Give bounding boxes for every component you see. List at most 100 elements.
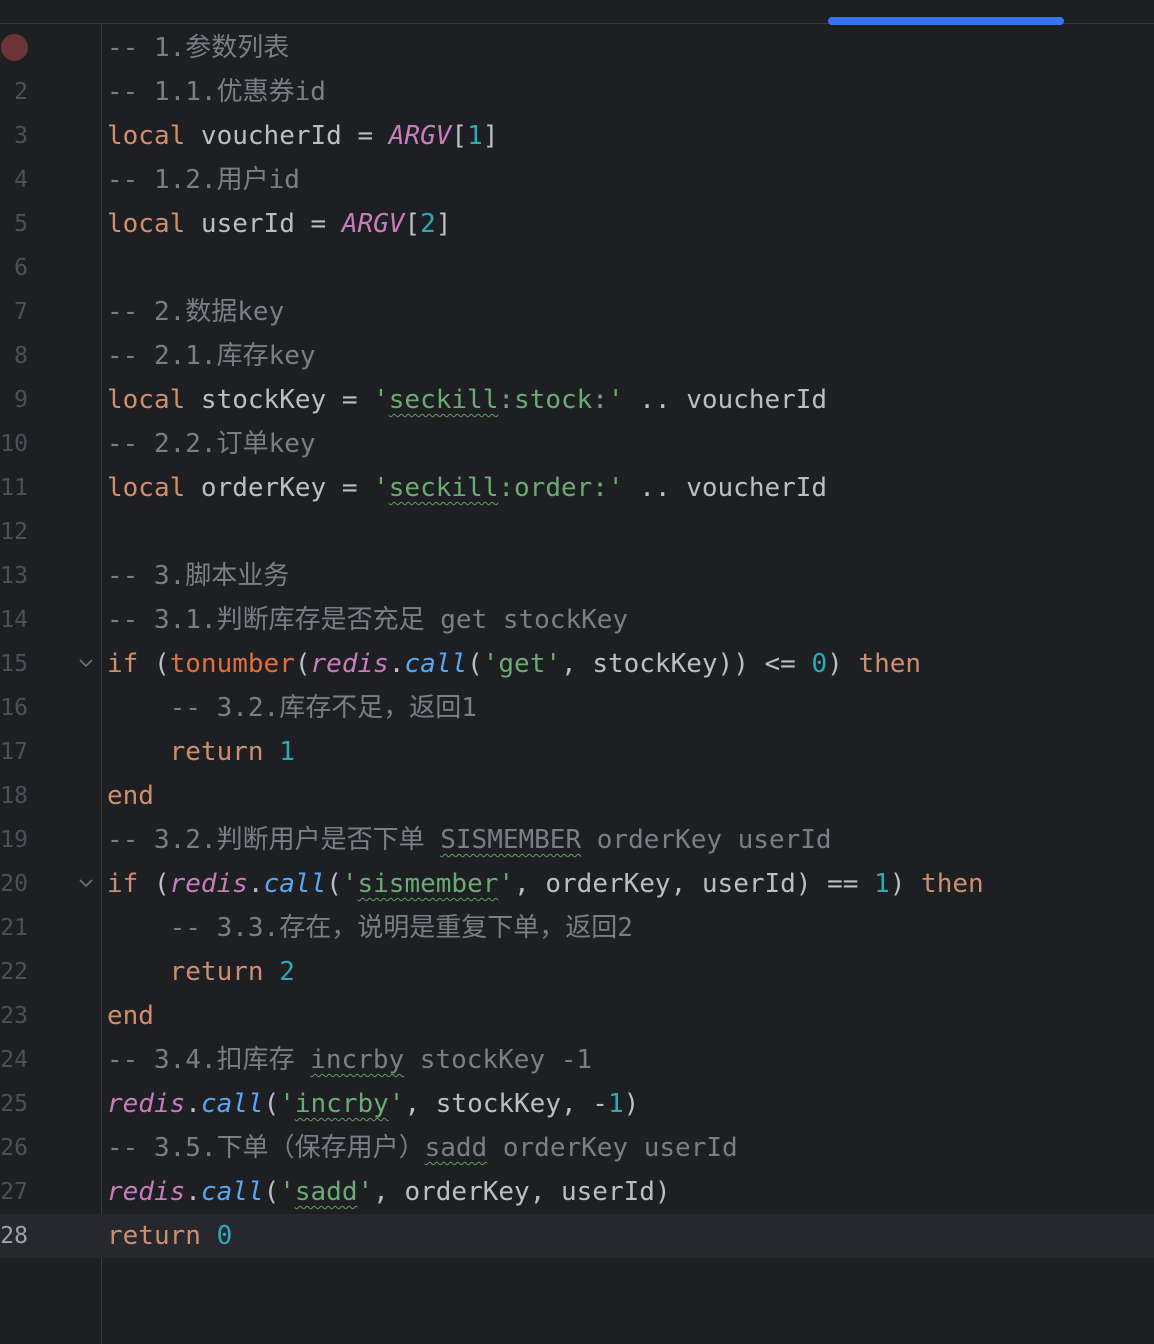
code-line[interactable]: 21 -- 3.3.存在，说明是重复下单，返回2 (0, 906, 1154, 950)
line-number: 8 (14, 343, 28, 369)
line-number: 15 (0, 651, 28, 677)
line-number: 17 (0, 739, 28, 765)
code-text: userId = (185, 209, 342, 239)
method-name: call (404, 649, 468, 679)
code-content: return 1 (107, 730, 295, 774)
string-literal: ' (498, 869, 515, 899)
code-line[interactable]: -- 1.参数列表 (0, 26, 1154, 70)
code-text: , stockKey)) <= (561, 649, 812, 679)
code-line[interactable]: 10 -- 2.2.订单key (0, 422, 1154, 466)
comment: orderKey userId (581, 825, 832, 855)
string-literal: ' (373, 385, 389, 415)
code-line[interactable]: 26 -- 3.5.下单（保存用户）sadd orderKey userId (0, 1126, 1154, 1170)
comment: -- 3.2.库存不足，返回1 (169, 693, 477, 723)
code-text: ( (294, 649, 311, 679)
code-line[interactable]: 6 (0, 246, 1154, 290)
line-number: 14 (0, 607, 28, 633)
comment: -- 3.1.判断库存是否充足 get stockKey (107, 605, 629, 635)
breakpoint-icon[interactable] (1, 34, 28, 61)
code-content: -- 1.参数列表 (107, 26, 289, 70)
keyword: local (107, 473, 186, 503)
global-identifier: redis (107, 1177, 186, 1207)
fold-chevron-icon[interactable] (78, 642, 96, 686)
horizontal-scrollbar-thumb[interactable] (828, 17, 1064, 25)
code-line[interactable]: 9 local stockKey = 'seckill:stock:' .. vo… (0, 378, 1154, 422)
code-text: ) (827, 649, 859, 679)
code-content: -- 3.3.存在，说明是重复下单，返回2 (107, 906, 633, 950)
code-line[interactable]: 3 local voucherId = ARGV[1] (0, 114, 1154, 158)
keyword: return (169, 737, 264, 767)
comment: -- 3.3.存在，说明是重复下单，返回2 (169, 913, 633, 943)
code-line[interactable]: 18 end (0, 774, 1154, 818)
code-content: redis.call('incrby', stockKey, -1) (107, 1082, 639, 1126)
code-text: ) (623, 1089, 640, 1119)
method-name: call (263, 869, 327, 899)
code-line[interactable]: 22 return 2 (0, 950, 1154, 994)
fold-chevron-icon[interactable] (78, 862, 96, 906)
code-line[interactable]: 17 return 1 (0, 730, 1154, 774)
code-content: local stockKey = 'seckill:stock:' .. vou… (107, 378, 827, 422)
string-literal: ' (279, 1177, 295, 1207)
code-content: -- 3.2.判断用户是否下单 SISMEMBER orderKey userI… (107, 818, 832, 862)
code-content: local voucherId = ARGV[1] (107, 114, 498, 158)
line-number: 28 (0, 1223, 28, 1249)
code-content: -- 3.1.判断库存是否充足 get stockKey (107, 598, 628, 642)
code-content: return 0 (107, 1214, 232, 1258)
code-text: ( (138, 649, 170, 679)
code-line[interactable]: 7 -- 2.数据key (0, 290, 1154, 334)
line-number: 6 (14, 255, 28, 281)
code-line[interactable]: 16 -- 3.2.库存不足，返回1 (0, 686, 1154, 730)
keyword: then (858, 649, 922, 679)
code-text: orderKey = (185, 473, 374, 503)
code-text: ( (467, 649, 483, 679)
code-line[interactable]: 14 -- 3.1.判断库存是否充足 get stockKey (0, 598, 1154, 642)
code-line[interactable]: 5 local userId = ARGV[2] (0, 202, 1154, 246)
code-text: . (185, 1177, 201, 1207)
comment: -- 1.2.用户id (107, 165, 300, 195)
code-line[interactable]: 27 redis.call('sadd', orderKey, userId) (0, 1170, 1154, 1214)
code-line[interactable]: 13 -- 3.脚本业务 (0, 554, 1154, 598)
code-line[interactable]: 20 if (redis.call('sismember', orderKey, … (0, 862, 1154, 906)
code-content: -- 1.1.优惠券id (107, 70, 326, 114)
string-literal-typo: sismember (357, 869, 499, 899)
code-editor[interactable]: -- 1.参数列表 2 -- 1.1.优惠券id 3 local voucherId =… (0, 26, 1154, 1258)
string-literal: ' (279, 1089, 295, 1119)
code-text: , orderKey, userId) (373, 1177, 671, 1207)
line-number: 19 (0, 827, 28, 853)
global-identifier: ARGV (388, 121, 452, 151)
code-line[interactable]: 25 redis.call('incrby', stockKey, -1) (0, 1082, 1154, 1126)
comment: -- 1.参数列表 (107, 33, 290, 63)
code-line[interactable]: 4 -- 1.2.用户id (0, 158, 1154, 202)
keyword: end (107, 781, 154, 811)
code-line[interactable]: 28 return 0 (0, 1214, 1154, 1258)
line-number: 2 (14, 79, 28, 105)
string-literal: :stock:' (498, 385, 624, 415)
code-line[interactable]: 2 -- 1.1.优惠券id (0, 70, 1154, 114)
code-line[interactable]: 19 -- 3.2.判断用户是否下单 SISMEMBER orderKey use… (0, 818, 1154, 862)
keyword: return (169, 957, 264, 987)
code-content: -- 1.2.用户id (107, 158, 300, 202)
code-text: ( (326, 869, 342, 899)
number-literal: 1 (467, 121, 483, 151)
code-text: ] (482, 121, 499, 151)
code-text: stockKey = (185, 385, 374, 415)
keyword: then (921, 869, 984, 899)
keyword: return (107, 1221, 201, 1251)
line-number: 18 (0, 783, 28, 809)
code-line[interactable]: 8 -- 2.1.库存key (0, 334, 1154, 378)
code-text: , stockKey, - (404, 1089, 608, 1119)
line-number: 20 (0, 871, 28, 897)
code-line[interactable]: 24 -- 3.4.扣库存 incrby stockKey -1 (0, 1038, 1154, 1082)
code-line[interactable]: 23 end (0, 994, 1154, 1038)
code-line[interactable]: 15 if (tonumber(redis.call('get', stockKe… (0, 642, 1154, 686)
code-line[interactable]: 12 (0, 510, 1154, 554)
string-literal: ' (373, 473, 389, 503)
string-literal-typo: seckill (388, 385, 499, 415)
code-content: end (107, 994, 154, 1038)
line-number: 11 (0, 475, 28, 501)
code-line[interactable]: 11 local orderKey = 'seckill:order:' .. v… (0, 466, 1154, 510)
